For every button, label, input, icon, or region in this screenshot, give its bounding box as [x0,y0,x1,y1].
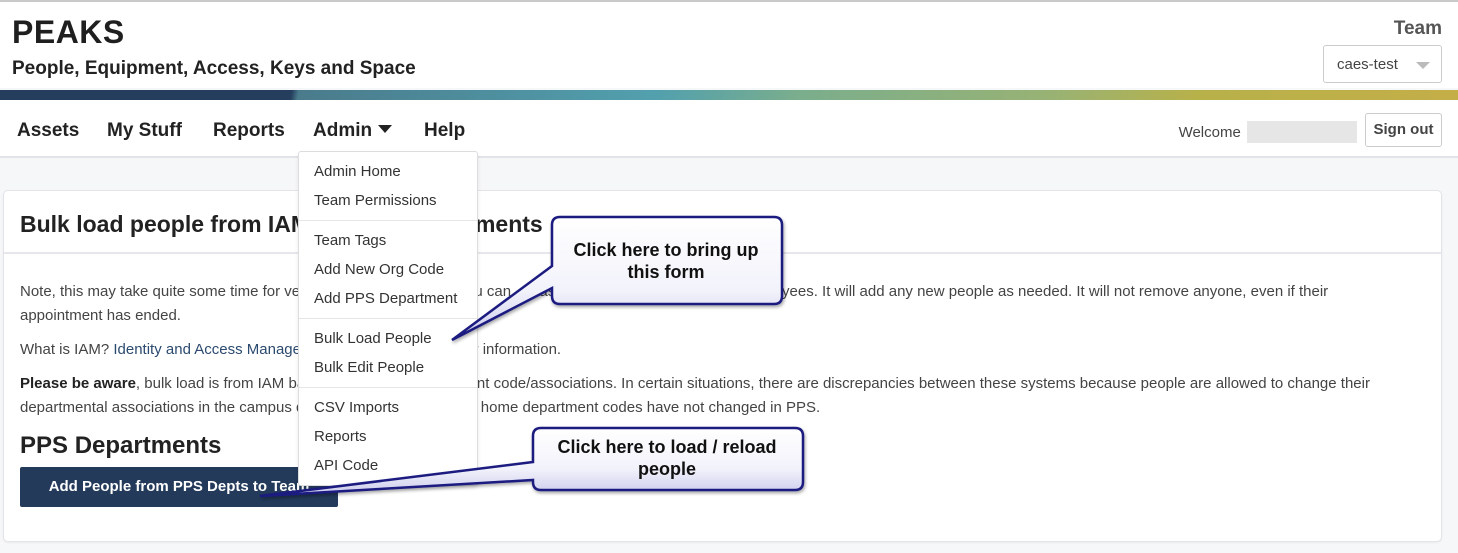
welcome-label: Welcome [1178,124,1241,141]
team-label: Team [1393,18,1442,39]
main-nav: Assets My Stuff Reports Admin Help Welco… [0,100,1458,158]
menu-item-bulk-load-people[interactable]: Bulk Load People [314,330,432,347]
nav-reports[interactable]: Reports [213,120,285,142]
menu-item-team-permissions[interactable]: Team Permissions [314,192,437,209]
nav-admin[interactable]: Admin [313,120,393,142]
caret-down-icon [378,125,393,133]
aware-bold: Please be aware [20,375,136,392]
team-select[interactable]: caes-test [1323,45,1442,83]
callout-load-text: Click here to load / reload people [557,437,777,479]
sign-out-button[interactable]: Sign out [1365,113,1442,147]
brand-stripe [0,90,1458,100]
nav-assets[interactable]: Assets [17,120,79,142]
menu-item-api-code[interactable]: API Code [314,457,378,474]
menu-item-reports[interactable]: Reports [314,428,367,445]
menu-item-csv-imports[interactable]: CSV Imports [314,399,399,416]
aware-paragraph: Please be aware, bulk load is from IAM b… [20,372,1410,420]
menu-item-team-tags[interactable]: Team Tags [314,232,386,249]
callout-form-text: Click here to bring up this form [573,240,759,282]
iam-paragraph: What is IAM? Identity and Access Managem… [20,338,1410,362]
menu-divider [299,220,477,221]
menu-divider [299,318,477,319]
note-paragraph: Note, this may take quite some time for … [20,283,1329,324]
admin-dropdown-menu: Admin Home Team Permissions Team Tags Ad… [298,151,478,486]
add-people-from-pps-button[interactable]: Add People from PPS Depts to Team [20,467,338,507]
welcome-text: Welcome [1179,121,1357,143]
aware-text: , bulk load is from IAM based on the PPS… [20,375,1370,416]
iam-question: What is IAM? [20,341,114,358]
menu-item-bulk-edit-people[interactable]: Bulk Edit People [314,359,424,376]
brand-subtitle: People, Equipment, Access, Keys and Spac… [12,58,416,79]
nav-admin-label: Admin [313,120,373,141]
team-select-value: caes-test [1337,56,1398,73]
brand-title[interactable]: PEAKS [12,14,125,51]
menu-item-admin-home[interactable]: Admin Home [314,163,401,180]
chevron-down-icon [1416,62,1430,69]
nav-help[interactable]: Help [424,120,465,142]
menu-item-add-pps-department[interactable]: Add PPS Department [314,290,457,307]
section-title: PPS Departments [20,432,222,459]
menu-item-add-org-code[interactable]: Add New Org Code [314,261,444,278]
redacted-username [1247,121,1357,143]
menu-divider [299,387,477,388]
nav-my-stuff[interactable]: My Stuff [107,120,182,142]
app-header: PEAKS People, Equipment, Access, Keys an… [0,2,1458,88]
